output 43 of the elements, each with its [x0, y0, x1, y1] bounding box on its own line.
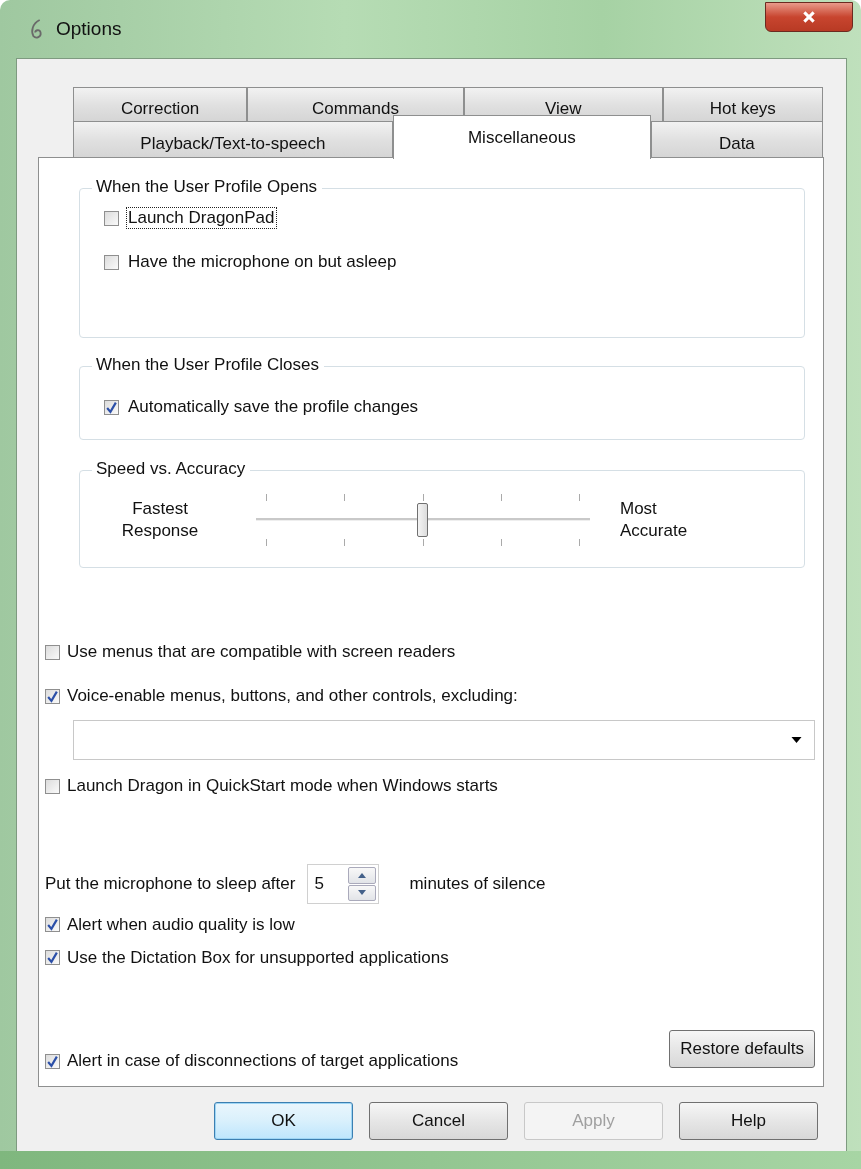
- spin-down-button[interactable]: [348, 884, 377, 901]
- tab[interactable]: Playback/Text-to-speech: [73, 121, 393, 159]
- spin-up-button[interactable]: [348, 867, 377, 884]
- close-icon: [802, 10, 816, 24]
- sleep-label: Put the microphone to sleep after: [45, 874, 296, 894]
- dialog-button[interactable]: Help: [679, 1102, 818, 1140]
- tab[interactable]: Data: [650, 121, 823, 159]
- group-title: When the User Profile Opens: [92, 177, 323, 197]
- checkbox[interactable]: [104, 210, 119, 226]
- dialog-button[interactable]: OK: [214, 1102, 353, 1140]
- checkbox-label[interactable]: Alert in case of disconnections of target applications: [67, 1051, 459, 1071]
- dialog-button[interactable]: Cancel: [369, 1102, 508, 1140]
- close-button[interactable]: [765, 2, 853, 32]
- tab[interactable]: Correction: [73, 87, 248, 123]
- checkbox[interactable]: [104, 254, 119, 270]
- checkbox[interactable]: [45, 778, 60, 794]
- checkbox-label[interactable]: Automatically save the profile changes: [126, 396, 421, 418]
- slider-label: Most Accurate: [620, 497, 689, 542]
- checkbox-label[interactable]: Use menus that are compatible with screen readers: [67, 642, 456, 662]
- minutes-spinbox[interactable]: 5: [307, 864, 380, 904]
- slider-label: Fastest Response: [120, 497, 200, 542]
- checkbox-label[interactable]: Launch Dragon in QuickStart mode when Windows starts: [67, 776, 498, 796]
- group-title: Speed vs. Accuracy: [92, 459, 251, 479]
- checkbox[interactable]: [45, 1053, 60, 1069]
- tab[interactable]: Hot keys: [662, 87, 823, 123]
- dropdown-arrow-icon: [791, 737, 802, 743]
- checkbox-label[interactable]: Voice-enable menus, buttons, and other controls, excluding:: [67, 686, 518, 706]
- up-arrow-icon: [358, 872, 367, 878]
- slider-thumb[interactable]: [417, 503, 428, 537]
- checkbox-label[interactable]: Launch DragonPad: [126, 207, 277, 229]
- restore-defaults-button[interactable]: Restore defaults: [669, 1030, 815, 1068]
- checkbox[interactable]: [45, 950, 60, 965]
- down-arrow-icon: [358, 890, 367, 896]
- checkbox-label[interactable]: Use the Dictation Box for unsupported applications: [67, 947, 449, 968]
- checkbox[interactable]: [45, 644, 60, 660]
- sleep-suffix-label: minutes of silence: [409, 874, 546, 894]
- window-title: Options: [56, 18, 122, 40]
- checkbox-label[interactable]: Have the microphone on but asleep: [126, 251, 399, 273]
- checkbox[interactable]: [45, 688, 60, 704]
- checkbox[interactable]: [45, 917, 60, 932]
- tab[interactable]: Miscellaneous: [392, 115, 651, 159]
- checkbox[interactable]: [104, 399, 119, 415]
- checkbox-label[interactable]: Alert when audio quality is low: [67, 914, 295, 935]
